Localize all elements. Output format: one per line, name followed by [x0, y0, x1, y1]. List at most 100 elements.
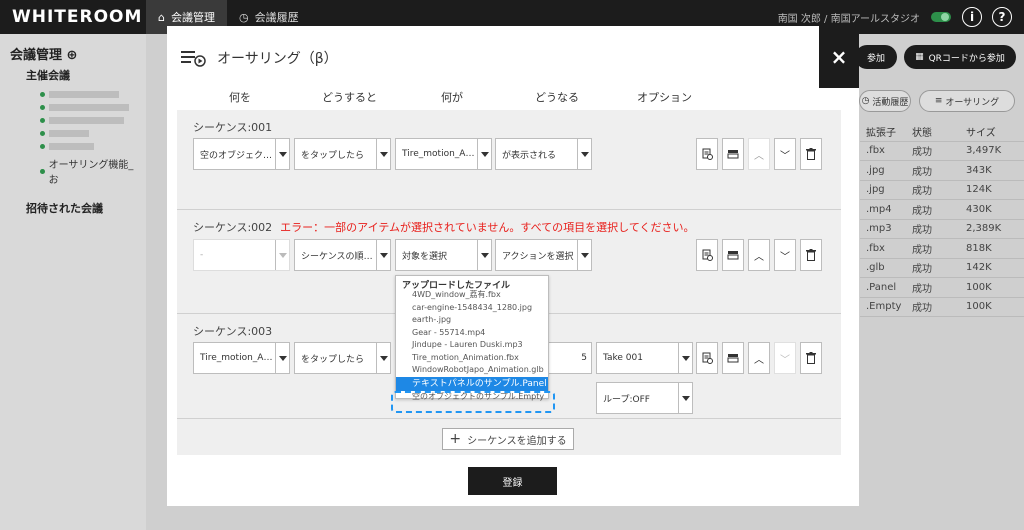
table-row[interactable]: .Empty 成功 100K — [860, 298, 1024, 317]
add-option-button[interactable] — [696, 138, 718, 170]
add-circle-icon[interactable]: ⊕ — [67, 48, 78, 63]
how-select[interactable]: をタップしたら — [294, 138, 391, 170]
target-dropdown-list[interactable]: アップロードしたファイル 4WD_window_荔有.fbx car-engin… — [395, 275, 549, 401]
copy-sequence-button[interactable] — [722, 138, 744, 170]
cell-status: 成功 — [912, 205, 932, 217]
trash-icon — [806, 249, 816, 261]
stack-icon — [727, 150, 739, 159]
table-row[interactable]: .jpg 成功 124K — [860, 181, 1024, 200]
sidebar-item[interactable] — [40, 130, 136, 137]
table-row[interactable]: .Panel 成功 100K — [860, 278, 1024, 298]
copy-sequence-button[interactable] — [722, 342, 744, 374]
sidebar-section-hosted: 主催会議 — [26, 69, 70, 82]
join-button[interactable]: 参加 — [855, 45, 897, 69]
sidebar-title: 会議管理 ⊕ — [10, 44, 136, 63]
status-dot-icon — [40, 105, 45, 110]
dropdown-arrow-icon — [678, 343, 692, 373]
select-value: ループ:OFF — [603, 394, 650, 405]
result-select[interactable]: が表示される — [495, 138, 592, 170]
dropdown-option[interactable]: Jindupe - Lauren Duski.mp3 — [396, 339, 548, 352]
cell-status: 成功 — [912, 166, 932, 178]
dropdown-option[interactable]: Tire_motion_Animation.fbx — [396, 352, 548, 365]
table-row[interactable]: .fbx 成功 3,497K — [860, 142, 1024, 161]
sidebar-item[interactable] — [40, 143, 136, 150]
move-up-button[interactable]: ︿ — [748, 342, 770, 374]
chevron-up-icon: ︿ — [754, 354, 764, 366]
authoring-label: オーサリング — [945, 97, 1000, 108]
move-down-button[interactable]: ﹀ — [774, 239, 796, 271]
qr-join-button[interactable]: ▦ QRコードから参加 — [904, 45, 1016, 69]
activity-history-button[interactable]: ◷ 活動履歴 — [859, 90, 911, 112]
sidebar-item[interactable] — [40, 117, 136, 124]
authoring-button[interactable]: ≡ オーサリング — [919, 90, 1015, 112]
register-button[interactable]: 登録 — [468, 467, 557, 495]
close-button[interactable]: × — [819, 26, 859, 88]
table-row[interactable]: .mp3 成功 2,389K — [860, 220, 1024, 239]
what-select[interactable]: - — [193, 239, 290, 271]
how-select[interactable]: シーケンスの順番... — [294, 239, 391, 271]
sidebar-item-label: オーサリング機能_お — [48, 160, 134, 186]
cell-size: 100K — [966, 301, 992, 313]
copy-sequence-button[interactable] — [722, 239, 744, 271]
help-icon[interactable]: ? — [992, 7, 1012, 27]
user-name[interactable]: 南国 次郎 / 南国アールスタジオ — [778, 10, 920, 25]
user-area: 南国 次郎 / 南国アールスタジオ i ? — [778, 7, 1024, 27]
trash-icon — [806, 352, 816, 364]
chevron-down-icon: ﹀ — [780, 150, 790, 162]
sidebar: 会議管理 ⊕ 主催会議 オーサリング機能_お 招待された会議 — [0, 34, 146, 530]
add-option-button[interactable] — [696, 342, 718, 374]
dropdown-option[interactable]: Gear - 55714.mp4 — [396, 327, 548, 340]
result-select[interactable]: アクションを選択 — [495, 239, 592, 271]
move-down-button[interactable]: ﹀ — [774, 138, 796, 170]
document-add-icon — [702, 148, 713, 160]
activity-label: 活動履歴 — [872, 97, 909, 108]
dropdown-option-selected[interactable]: テキストパネルのサンプル.Panel — [396, 376, 548, 391]
info-icon[interactable]: i — [962, 7, 982, 27]
cell-size: 818K — [966, 242, 992, 254]
sidebar-item[interactable] — [40, 91, 136, 98]
table-row[interactable]: .mp4 成功 430K — [860, 200, 1024, 220]
app-logo[interactable]: WHITEROOM — [0, 7, 146, 27]
column-header-status: 状態 — [912, 127, 932, 139]
dropdown-option[interactable]: 4WD_window_荔有.fbx — [396, 289, 548, 302]
delete-sequence-button[interactable] — [800, 239, 822, 271]
delete-sequence-button[interactable] — [800, 138, 822, 170]
what-select[interactable]: Tire_motion_Anim... — [193, 342, 290, 374]
move-down-button[interactable]: ﹀ — [774, 342, 796, 374]
select-value: Take 001 — [603, 353, 643, 363]
chevron-down-icon: ﹀ — [780, 251, 790, 263]
dropdown-option[interactable]: earth-.jpg — [396, 314, 548, 327]
cell-status: 成功 — [912, 225, 932, 237]
dropdown-option[interactable]: WindowRobotJapo_Animation.glb — [396, 364, 548, 377]
target-select[interactable]: 対象を選択 — [395, 239, 492, 271]
dropdown-arrow-icon — [275, 139, 289, 169]
sidebar-item-authoring[interactable]: オーサリング機能_お — [40, 156, 136, 186]
error-message: エラー：一部のアイテムが選択されていません。すべての項目を選択してください。 — [280, 221, 695, 234]
how-select[interactable]: をタップしたら — [294, 342, 391, 374]
sequence-label: シーケンス:001 — [193, 121, 273, 134]
status-toggle-icon[interactable] — [930, 10, 952, 24]
sequence-block: シーケンス:001 空のオブジェクト... をタップしたら Tire_motio… — [177, 110, 841, 210]
delete-sequence-button[interactable] — [800, 342, 822, 374]
add-sequence-button[interactable]: + シーケンスを追加する — [442, 428, 574, 450]
cell-size: 343K — [966, 164, 992, 176]
table-row[interactable]: .fbx 成功 818K — [860, 239, 1024, 259]
table-row[interactable]: .jpg 成功 343K — [860, 161, 1024, 181]
sidebar-item[interactable] — [40, 104, 136, 111]
move-up-button[interactable]: ︿ — [748, 239, 770, 271]
add-option-button[interactable] — [696, 239, 718, 271]
option-take-select[interactable]: Take 001 — [596, 342, 693, 374]
select-value: Tire_motion_Anim... — [200, 353, 275, 363]
sequence-label: シーケンス:002 エラー：一部のアイテムが選択されていません。すべての項目を選択… — [193, 219, 695, 235]
table-row[interactable]: .glb 成功 142K — [860, 259, 1024, 278]
dropdown-option[interactable]: car-engine-1548434_1280.jpg — [396, 302, 548, 315]
move-up-button[interactable]: ︿ — [748, 138, 770, 170]
cell-size: 3,497K — [966, 145, 1002, 157]
what-select[interactable]: 空のオブジェクト... — [193, 138, 290, 170]
stack-icon — [727, 251, 739, 260]
target-select[interactable]: Tire_motion_Anim... — [395, 138, 492, 170]
cell-status: 成功 — [912, 283, 932, 295]
dropdown-arrow-icon — [577, 139, 591, 169]
dropdown-group-heading: アップロードしたファイル — [402, 281, 511, 291]
option-loop-select[interactable]: ループ:OFF — [596, 382, 693, 414]
